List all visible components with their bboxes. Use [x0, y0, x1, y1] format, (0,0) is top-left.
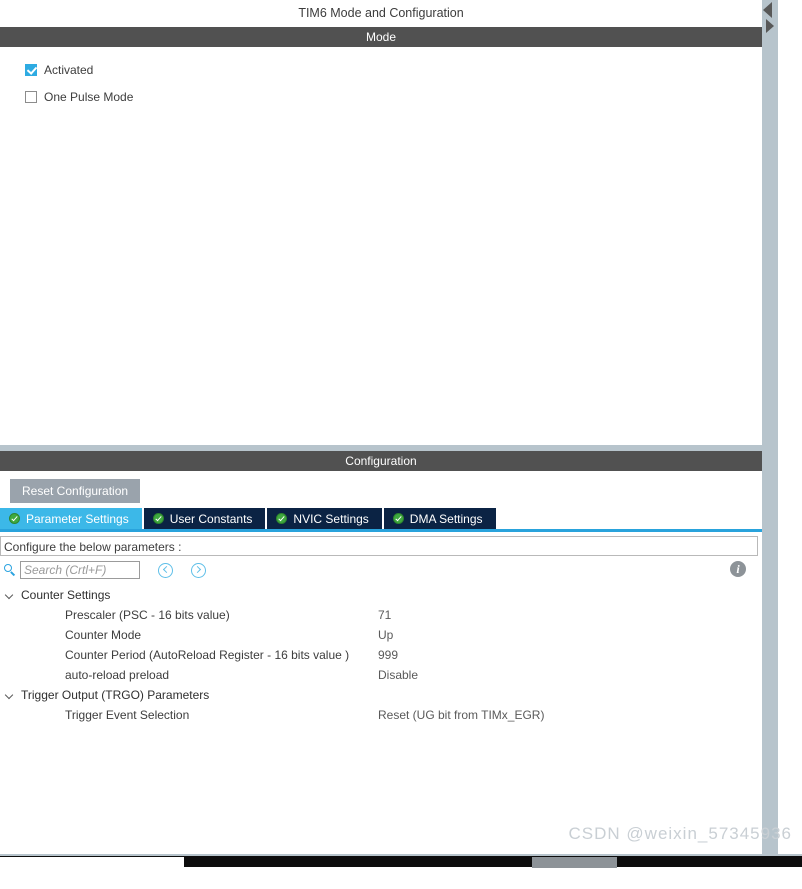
table-row[interactable]: Counter Mode Up — [0, 625, 762, 645]
watermark: CSDN @weixin_57345936 — [568, 824, 792, 843]
green-check-icon — [392, 513, 404, 524]
tab-strip: Parameter Settings User Constants NVIC S… — [0, 507, 762, 529]
tab-user-constants-label: User Constants — [169, 511, 253, 526]
param-value[interactable]: 71 — [378, 608, 391, 622]
param-value[interactable]: Reset (UG bit from TIMx_EGR) — [378, 708, 544, 722]
parameter-tree: Counter Settings Prescaler (PSC - 16 bit… — [0, 584, 762, 725]
tab-dma-settings[interactable]: DMA Settings — [383, 508, 496, 529]
tab-nvic-settings[interactable]: NVIC Settings — [267, 508, 382, 529]
green-check-icon — [152, 513, 164, 524]
search-input[interactable] — [20, 561, 140, 579]
mode-section-body: Activated One Pulse Mode — [0, 61, 762, 444]
tim6-configuration-window: TIM6 Mode and Configuration Mode Activat… — [0, 0, 802, 889]
param-value[interactable]: Up — [378, 628, 393, 642]
scrollbar-track-left — [0, 857, 184, 868]
rail-strip[interactable] — [762, 0, 778, 855]
info-icon[interactable]: i — [730, 561, 746, 577]
tab-user-constants[interactable]: User Constants — [143, 508, 266, 529]
tab-parameter-settings[interactable]: Parameter Settings — [0, 508, 142, 529]
chevron-left-circle-icon[interactable] — [158, 562, 173, 578]
checkbox-row-one-pulse-mode[interactable]: One Pulse Mode — [0, 88, 762, 106]
green-check-icon — [276, 513, 288, 524]
tab-nvic-settings-label: NVIC Settings — [293, 511, 369, 526]
one-pulse-mode-label: One Pulse Mode — [44, 90, 134, 104]
tree-group-trigger-output[interactable]: Trigger Output (TRGO) Parameters — [0, 685, 762, 705]
reset-configuration-button[interactable]: Reset Configuration — [10, 479, 141, 503]
param-value[interactable]: Disable — [378, 668, 418, 682]
tab-dma-settings-label: DMA Settings — [409, 511, 483, 526]
param-name: Counter Period (AutoReload Register - 16… — [65, 648, 350, 662]
param-name: Prescaler (PSC - 16 bits value) — [65, 608, 230, 622]
horizontal-scrollbar[interactable] — [0, 855, 802, 868]
panel-splitter[interactable] — [0, 444, 762, 451]
expand-right-arrow-icon[interactable] — [766, 19, 774, 33]
chevron-right-circle-icon[interactable] — [191, 562, 206, 578]
search-row: i — [0, 556, 762, 584]
tree-group-trigger-output-label: Trigger Output (TRGO) Parameters — [21, 688, 210, 702]
tab-underline — [0, 529, 762, 532]
param-name: Counter Mode — [65, 628, 142, 642]
scrollbar-thumb[interactable] — [532, 857, 617, 868]
param-value[interactable]: 999 — [378, 648, 398, 662]
content-column: TIM6 Mode and Configuration Mode Activat… — [0, 0, 762, 889]
tree-group-counter-settings[interactable]: Counter Settings — [0, 585, 762, 605]
param-name: auto-reload preload — [65, 668, 170, 682]
collapse-left-arrow-icon[interactable] — [763, 2, 772, 18]
configure-note: Configure the below parameters : — [0, 536, 758, 556]
one-pulse-mode-checkbox[interactable] — [25, 91, 37, 103]
page-title: TIM6 Mode and Configuration — [0, 0, 762, 27]
table-row[interactable]: Counter Period (AutoReload Register - 16… — [0, 645, 762, 665]
chevron-down-icon[interactable] — [5, 690, 16, 701]
activated-checkbox[interactable] — [25, 64, 37, 76]
tree-group-counter-settings-label: Counter Settings — [21, 588, 111, 602]
chevron-down-icon[interactable] — [5, 590, 16, 601]
search-icon — [4, 563, 17, 577]
table-row[interactable]: Prescaler (PSC - 16 bits value) 71 — [0, 605, 762, 625]
activated-label: Activated — [44, 63, 94, 77]
param-name: Trigger Event Selection — [65, 708, 190, 722]
checkbox-row-activated[interactable]: Activated — [0, 61, 762, 79]
tab-parameter-settings-label: Parameter Settings — [26, 511, 129, 526]
table-row[interactable]: Trigger Event Selection Reset (UG bit fr… — [0, 705, 762, 725]
mode-section-header: Mode — [0, 27, 762, 47]
configuration-section-header: Configuration — [0, 451, 762, 471]
reset-row: Reset Configuration — [0, 471, 762, 503]
table-row[interactable]: auto-reload preload Disable — [0, 665, 762, 685]
green-check-icon — [9, 513, 20, 524]
right-rail — [762, 0, 802, 855]
